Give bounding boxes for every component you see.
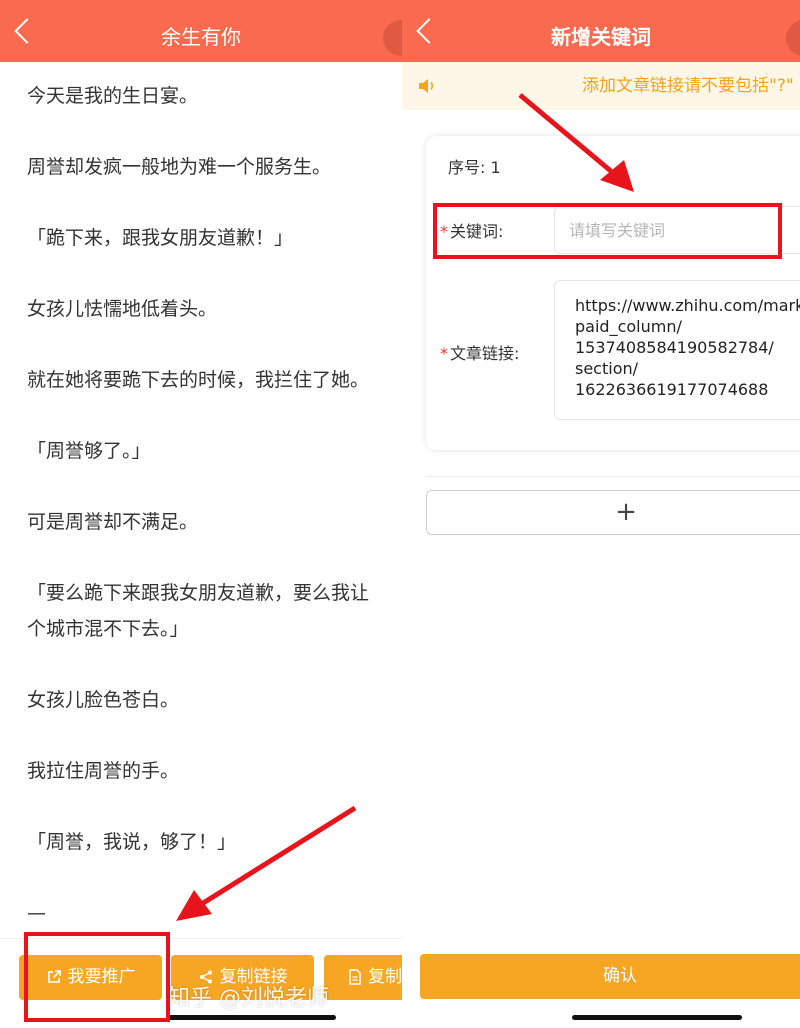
article-paragraph: 女孩儿怯懦地低着头。 — [27, 298, 218, 320]
link-line: https://www.zhihu.com/mark — [575, 296, 800, 315]
confirm-button[interactable]: 确认 — [420, 954, 800, 999]
speaker-icon — [419, 79, 433, 93]
required-mark: * — [440, 222, 448, 241]
article-paragraph: 「跪下来，跟我女朋友道歉！」 — [27, 227, 294, 249]
keyword-form-card: 序号: 1 *关键词: *文章链接: https://www.zhihu.com… — [426, 136, 800, 450]
copy-button[interactable]: 复制 — [324, 955, 402, 1000]
article-paragraph: 「要么跪下来跟我女朋友道歉，要么我让 个城市混不下去。」 — [27, 582, 370, 640]
divider — [426, 476, 800, 477]
link-line: 1622636619177074688 — [575, 380, 769, 399]
document-icon — [349, 969, 361, 985]
nav-bar: 余生有你 — [0, 0, 402, 62]
page-title: 余生有你 — [161, 25, 241, 49]
link-line: section/ — [575, 359, 639, 378]
promote-button[interactable]: 我要推广 — [19, 955, 162, 1000]
article-link-label-text: 文章链接: — [450, 344, 520, 363]
external-link-icon — [47, 970, 61, 983]
article-paragraph: 周誉却发疯一般地为难一个服务生。 — [27, 156, 332, 178]
article-body: 今天是我的生日宴。 周誉却发疯一般地为难一个服务生。 「跪下来，跟我女朋友道歉！… — [27, 78, 402, 966]
article-paragraph: 女孩儿脸色苍白。 — [27, 689, 180, 711]
article-paragraph: 「周誉，我说，够了！」 — [27, 831, 237, 853]
article-link-input[interactable]: https://www.zhihu.com/mark paid_column/ … — [554, 280, 800, 420]
link-line: paid_column/ — [575, 317, 682, 336]
watermark: 知乎 @刘悦老师 — [168, 986, 329, 1011]
article-link-label: * 文章链接: — [440, 340, 519, 364]
add-keyword-screen: 新增关键词 添加文章链接请不要包括"?" 序号: 1 *关键词: *文章链接: … — [402, 0, 800, 1028]
copy-label: 复制 — [368, 967, 402, 987]
article-paragraph: 可是周誉却不满足。 — [27, 511, 199, 533]
notice-text: 添加文章链接请不要包括"?" — [582, 76, 794, 96]
article-paragraph: 我拉住周誉的手。 — [27, 760, 180, 782]
article-paragraph: 今天是我的生日宴。 — [27, 85, 199, 107]
required-mark: * — [440, 344, 448, 363]
reader-screen: 余生有你 今天是我的生日宴。 周誉却发疯一般地为难一个服务生。 「跪下来，跟我女… — [0, 0, 402, 1028]
home-indicator — [572, 1015, 742, 1020]
promote-label: 我要推广 — [67, 967, 136, 987]
keyword-label-text: 关键词: — [450, 222, 504, 241]
home-indicator — [166, 1015, 336, 1020]
article-paragraph: 「周誉够了。」 — [27, 440, 151, 462]
add-row-button[interactable]: + — [426, 490, 800, 535]
keyword-input[interactable] — [554, 206, 800, 254]
serial-number: 序号: 1 — [448, 158, 501, 177]
notice-bar: 添加文章链接请不要包括"?" — [402, 62, 800, 110]
link-line: 1537408584190582784/ — [575, 338, 774, 357]
article-paragraph: — — [27, 902, 46, 924]
keyword-label: * 关键词: — [440, 218, 503, 242]
nav-bar: 新增关键词 — [402, 0, 800, 62]
article-paragraph: 就在她将要跪下去的时候，我拦住了她。 — [27, 369, 370, 391]
